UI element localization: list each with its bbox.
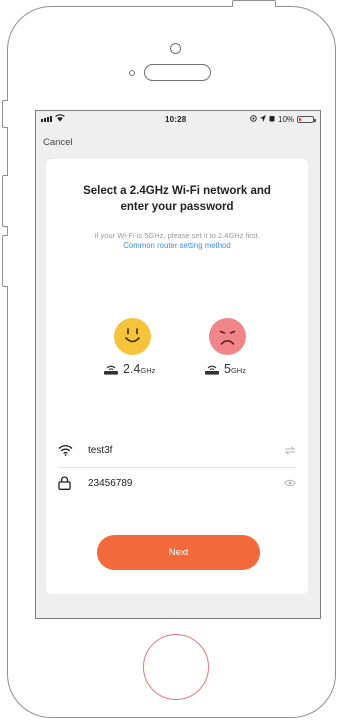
wifi-ssid-value: test3f [88, 444, 113, 456]
sad-face-icon [209, 318, 246, 355]
band-2-4ghz-label: 2.4 GHz [103, 362, 155, 380]
band-5ghz-unit: GHz [230, 366, 246, 375]
proximity-sensor [129, 70, 135, 76]
wifi-config-card: Select a 2.4GHz Wi-Fi network and enter … [46, 159, 308, 594]
cellular-signal-icon [41, 116, 52, 122]
status-bar: 10:28 10% [36, 111, 320, 129]
alarm-icon [269, 115, 275, 124]
lock-icon [58, 476, 76, 490]
next-button[interactable]: Next [97, 535, 260, 570]
page-title-line-2: enter your password [120, 201, 234, 213]
mute-switch [2, 100, 8, 128]
orientation-lock-icon [250, 115, 257, 124]
page-title-line-1: Select a 2.4GHz Wi-Fi network and [83, 185, 271, 197]
band-5ghz-number: 5 [224, 362, 231, 376]
band-2-4ghz-number: 2.4 [123, 362, 141, 376]
page-title: Select a 2.4GHz Wi-Fi network and enter … [46, 183, 308, 215]
cancel-button[interactable]: Cancel [43, 137, 73, 148]
status-right-group: 10% [250, 115, 317, 124]
wifi-ssid-field[interactable]: test3f [58, 436, 296, 464]
volume-down-button [2, 235, 8, 287]
wifi-password-value: 23456789 [88, 477, 133, 489]
switch-network-icon[interactable] [282, 445, 296, 455]
router-setting-link[interactable]: Common router setting method [46, 241, 308, 250]
home-button[interactable] [143, 634, 209, 700]
band-5ghz-label: 5 GHz [204, 362, 246, 380]
volume-up-button [2, 175, 8, 227]
front-camera [170, 43, 181, 54]
field-divider [58, 467, 296, 468]
wifi-password-field[interactable]: 23456789 [58, 469, 296, 497]
app-screen: 10:28 10% Cancel Select a 2.4GHz Wi-Fi n… [35, 110, 321, 619]
earpiece-speaker [144, 64, 211, 81]
battery-icon [297, 116, 317, 123]
smiley-face-icon [114, 318, 151, 355]
router-icon [204, 362, 220, 380]
status-wifi-icon [55, 114, 65, 124]
status-time: 10:28 [165, 115, 187, 124]
router-icon [103, 362, 119, 380]
battery-percent: 10% [278, 115, 295, 124]
eye-icon[interactable] [282, 479, 296, 487]
power-button [232, 0, 276, 7]
band-2-4ghz-unit: GHz [140, 366, 156, 375]
frequency-hint: If your Wi-Fi is 5GHz, please set it to … [94, 231, 260, 240]
location-arrow-icon [260, 115, 266, 124]
wifi-icon [58, 444, 76, 456]
